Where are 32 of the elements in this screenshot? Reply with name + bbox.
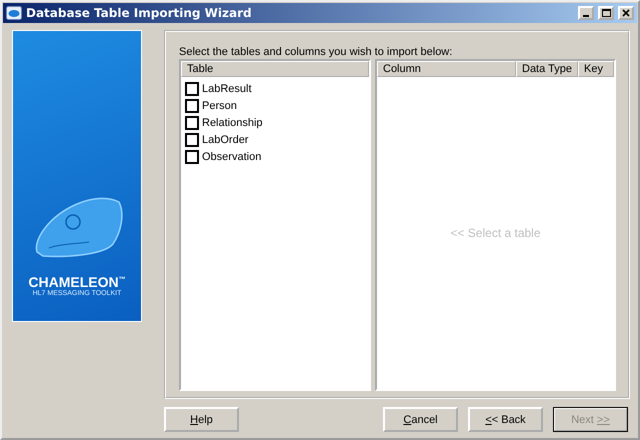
app-icon [6, 6, 22, 20]
checkbox[interactable] [185, 116, 199, 130]
checkbox[interactable] [185, 82, 199, 96]
close-icon [622, 9, 630, 17]
window-title: Database Table Importing Wizard [26, 6, 253, 20]
checkbox[interactable] [185, 132, 199, 146]
table-item[interactable]: LabOrder [181, 131, 369, 148]
table-item[interactable]: Person [181, 97, 369, 114]
column-header[interactable]: Data Type [516, 61, 578, 77]
table-item[interactable]: Observation [181, 148, 369, 165]
logo-name: CHAMELEON$^{™}$ [28, 274, 126, 290]
empty-hint: << Select a table [450, 226, 541, 240]
checkbox[interactable] [185, 98, 199, 112]
table-item[interactable]: Relationship [181, 114, 369, 131]
instruction-text: Select the tables and columns you wish to import below: [179, 46, 454, 58]
minimize-button[interactable] [578, 6, 594, 20]
table-name: LabResult [202, 82, 252, 94]
column-header[interactable]: Column [377, 61, 516, 77]
column-header[interactable]: Key [578, 61, 614, 77]
maximize-icon [602, 9, 610, 17]
wizard-button[interactable]: << Back [468, 407, 543, 432]
maximize-button[interactable] [598, 6, 614, 20]
wizard-button[interactable]: Cancel [383, 407, 458, 432]
table-name: Person [202, 100, 237, 112]
checkbox[interactable] [185, 150, 199, 164]
wizard-button[interactable]: Help [164, 407, 239, 432]
table-item[interactable]: LabResult [181, 80, 369, 97]
table-name: Relationship [202, 116, 263, 128]
table-name: LabOrder [202, 134, 248, 146]
table-name: Observation [202, 150, 262, 162]
close-button[interactable] [618, 6, 634, 20]
column-header[interactable]: Table [181, 61, 369, 77]
